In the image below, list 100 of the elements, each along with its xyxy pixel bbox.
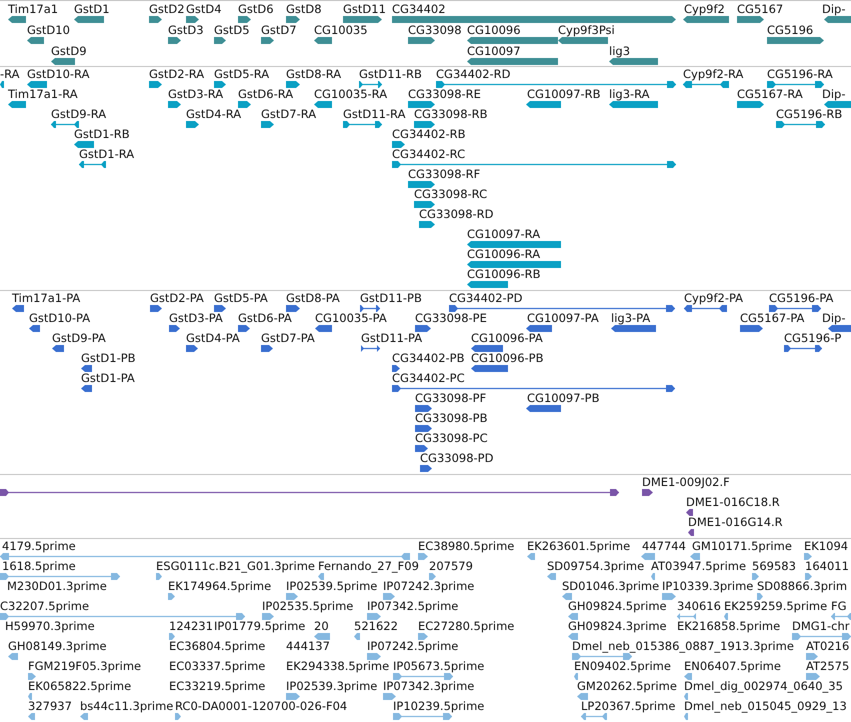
est-bar[interactable] xyxy=(314,633,330,640)
transcript-bar[interactable] xyxy=(408,181,435,188)
transcript-bar[interactable] xyxy=(392,161,676,168)
transcript-bar[interactable] xyxy=(168,101,181,108)
est-bar[interactable] xyxy=(28,693,32,700)
est-bar[interactable] xyxy=(168,593,175,600)
est-bar[interactable] xyxy=(547,573,556,580)
protein-bar[interactable] xyxy=(214,305,226,312)
est-bar[interactable] xyxy=(805,573,812,580)
protein-bar[interactable] xyxy=(361,345,380,352)
est-bar[interactable] xyxy=(0,573,120,580)
est-bar[interactable] xyxy=(318,573,324,580)
protein-bar[interactable] xyxy=(415,445,428,452)
transcript-bar[interactable] xyxy=(74,141,94,148)
protein-bar[interactable] xyxy=(415,325,431,332)
protein-bar[interactable] xyxy=(392,385,675,392)
transcript-bar[interactable] xyxy=(286,81,300,88)
est-bar[interactable] xyxy=(724,613,728,620)
transcript-bar[interactable] xyxy=(776,121,825,128)
est-bar[interactable] xyxy=(562,593,572,600)
transcript-bar[interactable] xyxy=(314,101,332,108)
protein-bar[interactable] xyxy=(449,305,675,312)
protein-bar[interactable] xyxy=(526,325,552,332)
est-bar[interactable] xyxy=(8,653,18,660)
est-bar[interactable] xyxy=(383,693,396,700)
gene-bar[interactable] xyxy=(186,16,199,23)
transcript-bar[interactable] xyxy=(737,101,764,108)
est-bar[interactable] xyxy=(354,633,360,640)
transcript-bar[interactable] xyxy=(467,261,561,268)
est-bar[interactable] xyxy=(418,553,428,560)
est-bar[interactable] xyxy=(262,613,274,620)
est-bar[interactable] xyxy=(0,613,245,620)
est-bar[interactable] xyxy=(577,693,588,700)
est-bar[interactable] xyxy=(831,613,851,620)
gene-bar[interactable] xyxy=(51,58,75,65)
transcript-bar[interactable] xyxy=(683,81,729,88)
gene-bar[interactable] xyxy=(149,16,162,23)
transcript-bar[interactable] xyxy=(186,121,199,128)
est-bar[interactable] xyxy=(684,713,688,720)
protein-bar[interactable] xyxy=(52,345,64,352)
est-bar[interactable] xyxy=(752,573,759,580)
gene-bar[interactable] xyxy=(238,16,251,23)
gene-bar[interactable] xyxy=(214,37,226,44)
est-bar[interactable] xyxy=(286,593,298,600)
protein-bar[interactable] xyxy=(29,325,40,332)
protein-bar[interactable] xyxy=(828,325,851,332)
est-bar[interactable] xyxy=(684,673,692,680)
est-bar[interactable] xyxy=(651,573,655,580)
gene-bar[interactable] xyxy=(467,58,558,65)
protein-bar[interactable] xyxy=(420,465,432,472)
est-bar[interactable] xyxy=(367,653,381,660)
est-bar[interactable] xyxy=(80,713,88,720)
est-bar[interactable] xyxy=(806,653,818,660)
est-bar[interactable] xyxy=(286,693,300,700)
est-bar[interactable] xyxy=(641,553,655,560)
protein-bar[interactable] xyxy=(238,325,250,332)
gene-bar[interactable] xyxy=(261,37,274,44)
est-bar[interactable] xyxy=(804,553,812,560)
protein-bar[interactable] xyxy=(684,305,727,312)
protein-bar[interactable] xyxy=(81,365,92,372)
gene-bar[interactable] xyxy=(314,37,332,44)
gene-bar[interactable] xyxy=(767,37,824,44)
gene-bar[interactable] xyxy=(737,16,764,23)
est-bar[interactable] xyxy=(28,673,36,680)
protein-bar[interactable] xyxy=(769,305,821,312)
est-bar[interactable] xyxy=(792,633,851,640)
est-bar[interactable] xyxy=(574,673,578,680)
protein-bar[interactable] xyxy=(611,325,656,332)
gene-bar[interactable] xyxy=(467,37,558,44)
protein-bar[interactable] xyxy=(415,425,432,432)
transcript-bar[interactable] xyxy=(149,81,162,88)
est-bar[interactable] xyxy=(367,613,381,620)
gene-bar[interactable] xyxy=(408,37,435,44)
clone-bar[interactable] xyxy=(688,529,694,536)
est-bar[interactable] xyxy=(527,553,535,560)
protein-bar[interactable] xyxy=(12,305,24,312)
est-bar[interactable] xyxy=(572,653,632,660)
transcript-bar[interactable] xyxy=(8,101,26,108)
est-bar[interactable] xyxy=(28,713,35,720)
protein-bar[interactable] xyxy=(150,305,162,312)
est-bar[interactable] xyxy=(169,633,175,640)
est-bar[interactable] xyxy=(677,613,696,620)
transcript-bar[interactable] xyxy=(359,81,382,88)
transcript-bar[interactable] xyxy=(467,281,508,288)
clone-bar[interactable] xyxy=(642,489,653,496)
gene-bar[interactable] xyxy=(27,37,44,44)
transcript-bar[interactable] xyxy=(343,121,382,128)
transcript-bar[interactable] xyxy=(414,201,435,208)
est-bar[interactable] xyxy=(156,573,162,580)
transcript-bar[interactable] xyxy=(214,81,226,88)
transcript-bar[interactable] xyxy=(467,241,561,248)
est-bar[interactable] xyxy=(175,713,181,720)
protein-bar[interactable] xyxy=(471,365,508,372)
est-bar[interactable] xyxy=(568,613,578,620)
protein-bar[interactable] xyxy=(186,345,198,352)
protein-bar[interactable] xyxy=(286,305,300,312)
est-bar[interactable] xyxy=(662,593,676,600)
clone-bar[interactable] xyxy=(686,509,693,516)
transcript-bar[interactable] xyxy=(419,221,435,228)
est-bar[interactable] xyxy=(383,593,395,600)
